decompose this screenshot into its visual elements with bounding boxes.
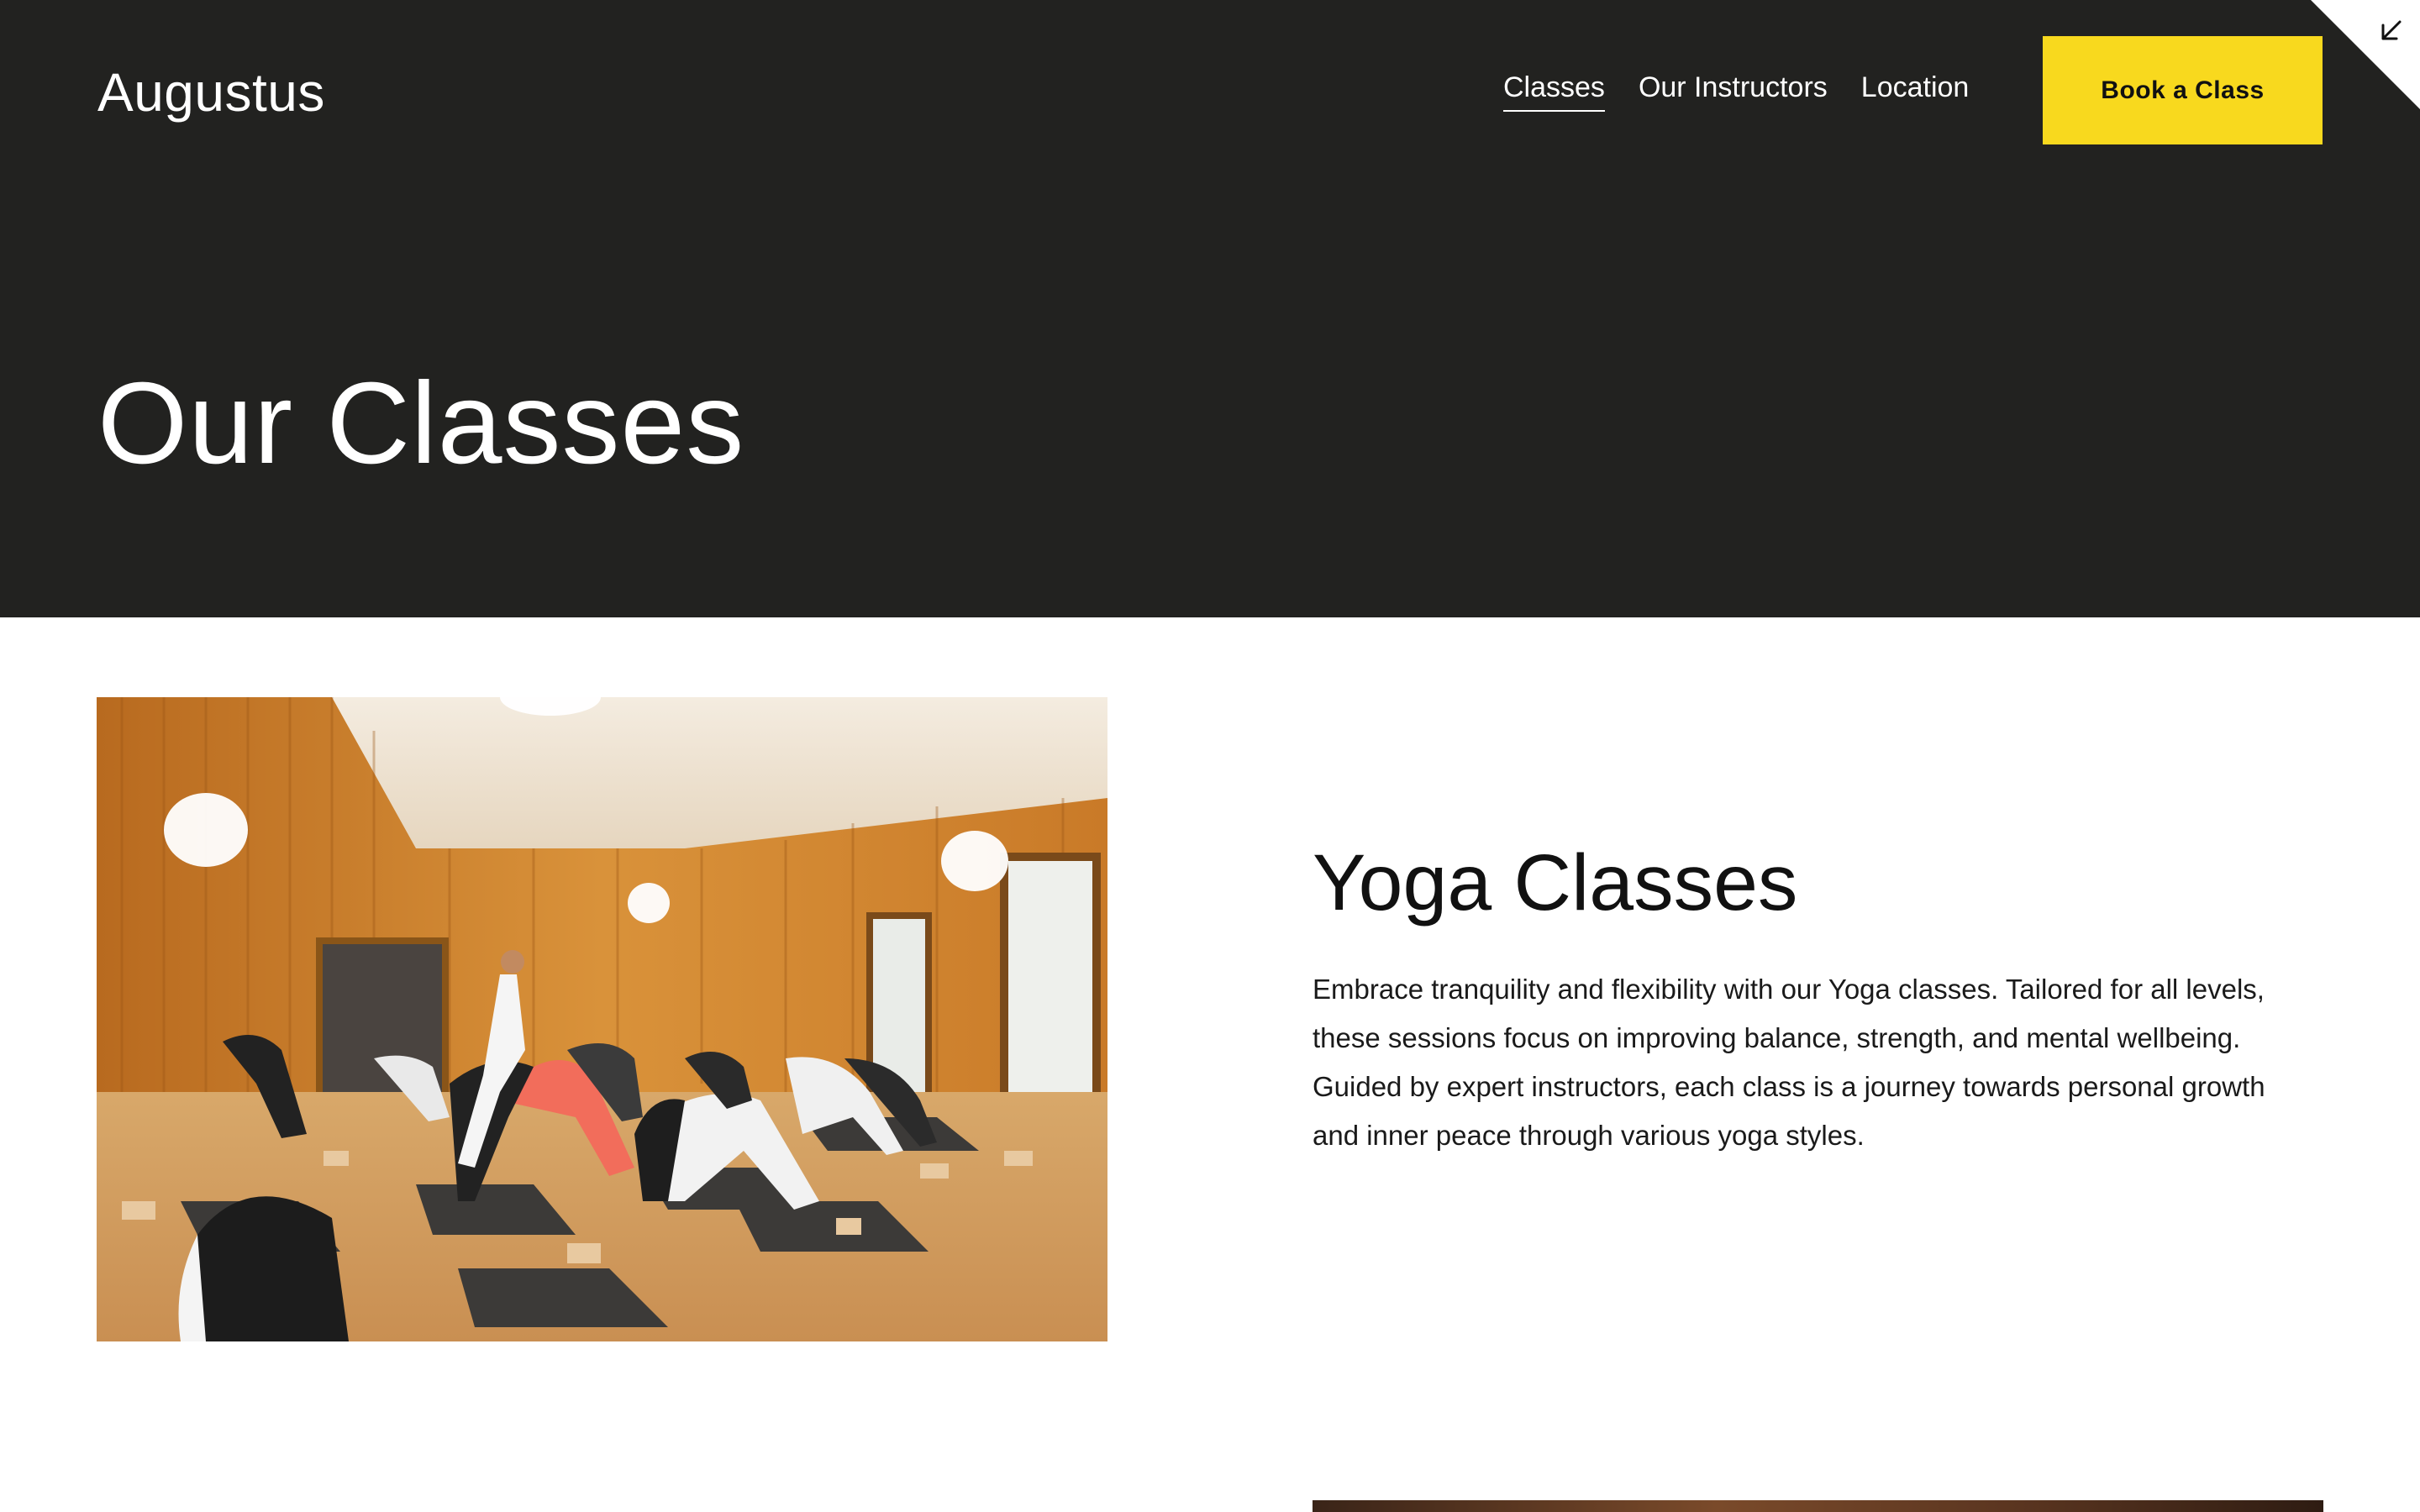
next-class-photo [1313, 1500, 2323, 1512]
yoga-room-illustration [97, 697, 1107, 1341]
nav-link-location[interactable]: Location [1861, 71, 1970, 112]
arrow-down-left-icon [2381, 20, 2402, 40]
site-logo[interactable]: Augustus [97, 60, 325, 125]
corner-fold[interactable] [2311, 0, 2420, 109]
hero-banner: Augustus Classes Our Instructors Locatio… [0, 0, 2420, 617]
section-description-yoga: Embrace tranquility and flexibility with… [1313, 974, 2265, 1151]
section-title-yoga: Yoga Classes [1313, 838, 1798, 927]
book-class-button[interactable]: Book a Class [2043, 36, 2323, 144]
nav-link-instructors[interactable]: Our Instructors [1639, 71, 1828, 112]
main-nav: Classes Our Instructors Location [1503, 71, 1969, 112]
page-title: Our Classes [97, 359, 745, 488]
yoga-class-photo [97, 697, 1107, 1341]
nav-link-classes[interactable]: Classes [1503, 71, 1605, 112]
